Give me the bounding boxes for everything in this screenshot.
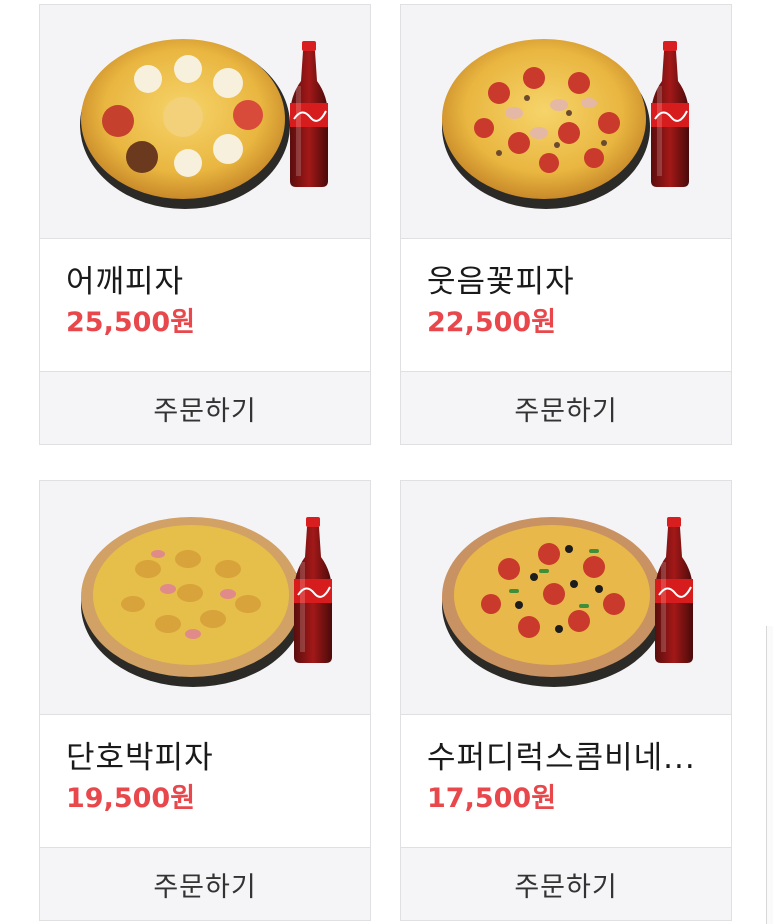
product-info[interactable]: 어깨피자 25,500원 — [40, 239, 370, 372]
product-card[interactable]: 단호박피자 19,500원 주문하기 — [39, 480, 371, 921]
order-button[interactable]: 주문하기 — [401, 372, 731, 444]
product-card[interactable]: 웃음꽃피자 22,500원 주문하기 — [400, 4, 732, 445]
cola-bottle-image — [650, 41, 690, 187]
product-info[interactable]: 수퍼디럭스콤비네... 17,500원 — [401, 715, 731, 848]
product-price: 19,500원 — [66, 783, 196, 814]
pizza-image — [80, 39, 290, 209]
product-name: 수퍼디럭스콤비네... — [427, 740, 696, 776]
product-name: 단호박피자 — [66, 740, 214, 776]
cola-bottle-image — [293, 517, 333, 663]
product-info[interactable]: 단호박피자 19,500원 — [40, 715, 370, 848]
product-image[interactable] — [40, 5, 370, 239]
product-card[interactable]: 어깨피자 25,500원 주문하기 — [39, 4, 371, 445]
product-price: 22,500원 — [427, 307, 557, 338]
product-info[interactable]: 웃음꽃피자 22,500원 — [401, 239, 731, 372]
product-name: 어깨피자 — [66, 264, 185, 300]
product-price: 17,500원 — [427, 783, 557, 814]
order-button[interactable]: 주문하기 — [40, 848, 370, 920]
pizza-image — [442, 517, 666, 687]
order-button[interactable]: 주문하기 — [401, 848, 731, 920]
scrollbar[interactable] — [766, 626, 773, 924]
order-button[interactable]: 주문하기 — [40, 372, 370, 444]
product-price: 25,500원 — [66, 307, 196, 338]
product-name: 웃음꽃피자 — [427, 264, 575, 300]
product-card[interactable]: 수퍼디럭스콤비네... 17,500원 주문하기 — [400, 480, 732, 921]
cola-bottle-image — [654, 517, 694, 663]
cola-bottle-image — [289, 41, 329, 187]
pizza-image — [442, 39, 650, 209]
product-image[interactable] — [401, 5, 731, 239]
product-image[interactable] — [40, 481, 370, 715]
pizza-image — [81, 517, 305, 687]
product-image[interactable] — [401, 481, 731, 715]
